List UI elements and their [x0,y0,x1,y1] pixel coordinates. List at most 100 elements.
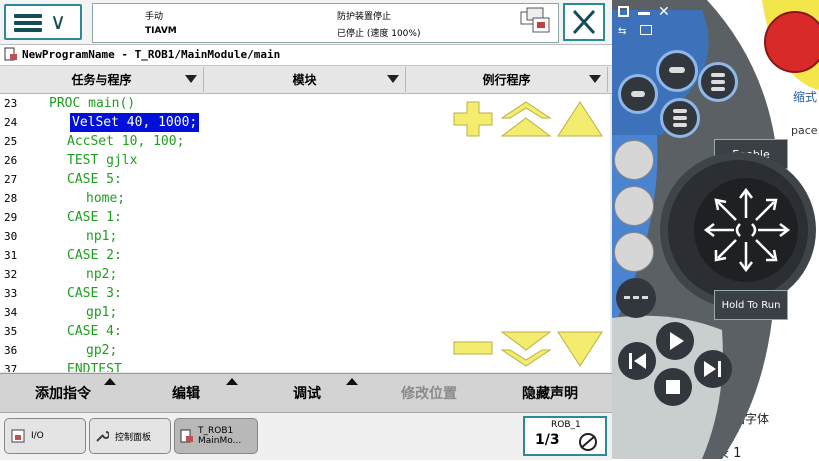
tab-routines[interactable]: 例行程序 [406,67,608,92]
button-label: 隐藏声明 [522,386,578,402]
swap-arrows-icon[interactable]: ⇆ [618,26,626,37]
taskbar-io[interactable]: I/O [4,418,86,454]
joystick[interactable] [694,178,798,282]
code-text: np2; [86,267,118,282]
code-text: CASE 5: [67,172,122,187]
no-increment-icon [577,432,599,452]
toggle-motion-mode-key[interactable] [614,186,654,226]
taskbar-label: I/O [31,431,44,441]
edit-button[interactable]: 编辑 [126,374,246,412]
double-chevron-up-icon [500,101,552,137]
tab-modules[interactable]: 模块 [204,67,406,92]
run-status: 已停止 (速度 100%) [337,29,421,39]
tab-tasks-and-programs[interactable]: 任务与程序 [0,67,204,92]
programmable-key-2[interactable] [618,74,658,114]
code-text: PROC main() [49,96,136,111]
taskbar-program-editor[interactable]: T_ROB1 MainMo... [174,418,258,454]
start-button[interactable] [656,322,694,360]
toggle-axis-key[interactable] [614,232,654,272]
scroll-up-button[interactable] [556,100,604,138]
scroll-down-button[interactable] [556,330,604,368]
zoom-in-button[interactable] [452,100,494,138]
programmable-key-4[interactable] [698,62,738,102]
code-line[interactable]: 28 home; [0,189,610,208]
stop-button[interactable] [654,368,692,406]
dropdown-arrow-icon [589,75,601,83]
step-back-icon [629,353,646,369]
programmable-key-1[interactable] [656,50,698,92]
program-path-bar: NewProgramName - T_ROB1/MainModule/main [0,45,612,66]
minus-icon [453,341,493,355]
line-number: 25 [4,135,18,148]
taskbar-label-line1: T_ROB1 [198,426,234,436]
code-text: gp1; [86,305,118,320]
minimize-icon[interactable] [638,12,650,15]
hold-to-run-button[interactable]: Hold To Run [714,290,788,320]
top-bar: ∨ 手动 TIAVM 防护装置停止 已停止 (速度 100%) [0,0,612,45]
editor-tab-bar: 任务与程序 模块 例行程序 [0,67,612,94]
play-icon [670,332,684,350]
code-line[interactable]: 27 CASE 5: [0,170,610,189]
line-number: 30 [4,230,18,243]
taskbar-control-panel[interactable]: 控制面板 [89,418,171,454]
step-backward-button[interactable] [618,342,656,380]
code-line[interactable]: 29 CASE 1: [0,208,610,227]
debug-button[interactable]: 调试 [246,374,368,412]
line-number: 34 [4,306,18,319]
line-number: 32 [4,268,18,281]
arrow-up-icon [104,378,116,385]
window-icon[interactable] [618,6,629,17]
main-menu-button[interactable]: ∨ [4,4,82,40]
quickset-button[interactable]: ROB_1 1/3 [523,416,607,456]
plus-icon [453,101,493,137]
line-number: 33 [4,287,18,300]
code-editor[interactable]: 23 PROC main() 24 VelSet 40, 1000; 25 AccSe… [0,94,610,372]
dropdown-arrow-icon [185,75,197,83]
add-instruction-button[interactable]: 添加指令 [0,374,126,412]
hold-to-run-label: Hold To Run [721,299,781,311]
line-number: 29 [4,211,18,224]
code-text: CASE 2: [67,248,122,263]
code-line[interactable]: 32 np2; [0,265,610,284]
zoom-out-button[interactable] [452,330,494,368]
code-text: TEST gjlx [67,153,138,168]
close-icon [572,9,596,35]
enable-label: Enable [732,147,770,161]
code-line[interactable]: 30 np1; [0,227,610,246]
tab-label: 任务与程序 [71,73,132,87]
code-text: AccSet 10, 100; [67,134,185,149]
code-text: gp2; [86,343,118,358]
hide-declarations-button[interactable]: 隐藏声明 [490,374,610,412]
close-icon[interactable]: ✕ [658,4,670,20]
chevron-down-icon: ∨ [50,10,67,35]
camera-icon[interactable] [640,25,652,35]
page-down-button[interactable] [500,330,552,368]
select-mechanical-unit-key[interactable] [614,140,654,180]
code-line[interactable]: 33 CASE 3: [0,284,610,303]
code-line[interactable]: 34 gp1; [0,303,610,322]
code-line[interactable]: 31 CASE 2: [0,246,610,265]
code-text-selected: VelSet 40, 1000; [70,113,200,132]
modify-position-button[interactable]: 修改位置 [368,374,490,412]
arrow-up-icon [346,378,358,385]
code-text: ENDTEST [67,362,122,372]
emergency-stop-button[interactable] [764,11,819,73]
close-button[interactable] [563,3,605,41]
line-number: 28 [4,192,18,205]
step-forward-button[interactable] [694,350,732,388]
increment-fraction: 1/3 [535,432,560,448]
code-line[interactable]: 26 TEST gjlx [0,151,610,170]
code-text: home; [86,191,126,206]
increment-key[interactable] [616,278,656,318]
controller-name: TIAVM [145,26,177,36]
dropdown-arrow-icon [387,75,399,83]
triangle-up-icon [557,101,603,137]
button-label: 调试 [293,386,321,402]
stop-icon [666,380,680,394]
window-stack-icon[interactable] [519,6,551,36]
programmable-key-3[interactable] [660,98,700,138]
page-up-button[interactable] [500,100,552,138]
button-label: 编辑 [172,386,200,402]
hamburger-icon [14,14,42,32]
taskbar-label: 控制面板 [115,432,152,443]
